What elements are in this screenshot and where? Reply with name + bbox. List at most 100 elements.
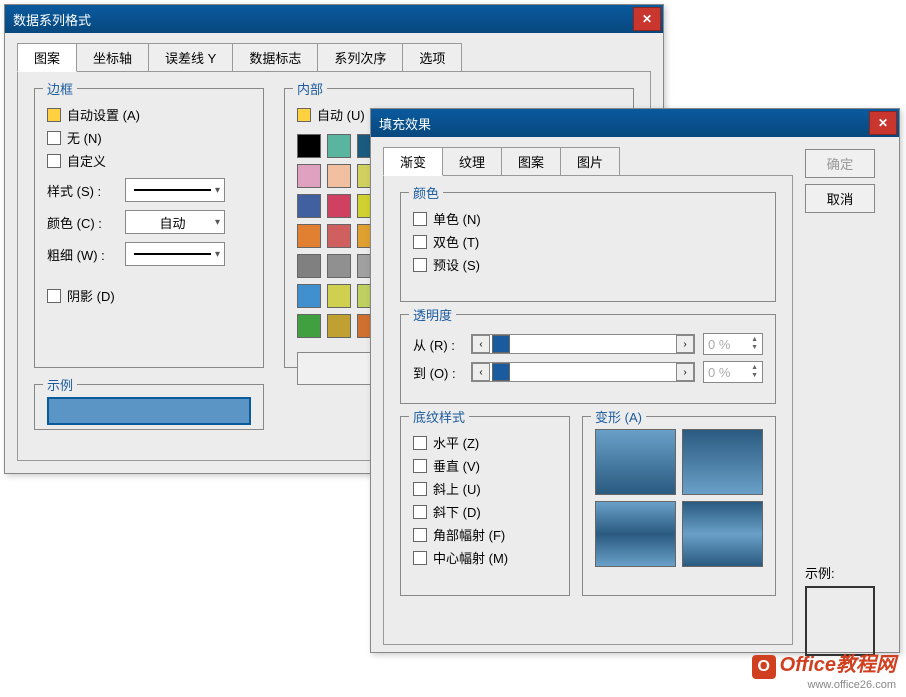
office-logo-icon: O xyxy=(752,655,776,679)
variant-grid xyxy=(595,429,763,567)
close-icon[interactable]: ✕ xyxy=(633,7,661,31)
to-value: 0 % xyxy=(708,365,730,380)
tab-gradient[interactable]: 渐变 xyxy=(383,147,443,176)
color-group: 颜色 单色 (N) 双色 (T) 预设 (S) xyxy=(400,192,776,302)
cancel-button[interactable]: 取消 xyxy=(805,184,875,213)
shadow-checkbox[interactable] xyxy=(47,289,61,303)
color-swatch[interactable] xyxy=(327,254,351,278)
to-spinner[interactable]: 0 % ▲▼ xyxy=(703,361,763,383)
style-combo[interactable]: ▾ xyxy=(125,178,225,202)
border-auto-label[interactable]: 自动设置 (A) xyxy=(67,105,140,124)
shading-checkbox[interactable] xyxy=(413,436,427,450)
slider-left-icon[interactable]: ‹ xyxy=(472,335,490,353)
tab-axis[interactable]: 坐标轴 xyxy=(76,43,149,72)
color-swatch[interactable] xyxy=(297,134,321,158)
color-swatch[interactable] xyxy=(297,284,321,308)
shading-group: 底纹样式 水平 (Z)垂直 (V)斜上 (U)斜下 (D)角部幅射 (F)中心幅… xyxy=(400,416,570,596)
from-slider[interactable]: ‹ › xyxy=(471,334,695,354)
shading-checkbox[interactable] xyxy=(413,482,427,496)
watermark: OOffice教程网 www.office26.com xyxy=(752,648,896,691)
variant-1[interactable] xyxy=(595,429,676,495)
shading-checkbox[interactable] xyxy=(413,528,427,542)
watermark-brand: Office教程网 xyxy=(780,654,896,676)
to-slider[interactable]: ‹ › xyxy=(471,362,695,382)
tab-errorbars[interactable]: 误差线 Y xyxy=(148,43,233,72)
tab-picture[interactable]: 图片 xyxy=(560,147,620,176)
color-swatch[interactable] xyxy=(297,224,321,248)
slider-left-icon[interactable]: ‹ xyxy=(472,363,490,381)
preset-checkbox[interactable] xyxy=(413,258,427,272)
color-swatch[interactable] xyxy=(327,164,351,188)
shadow-label: 阴影 (D) xyxy=(67,286,115,305)
to-label: 到 (O) : xyxy=(413,363,463,382)
double-color-checkbox[interactable] xyxy=(413,235,427,249)
color-swatch[interactable] xyxy=(327,224,351,248)
shading-checkbox[interactable] xyxy=(413,505,427,519)
color-label: 颜色 (C) : xyxy=(47,213,117,232)
from-spinner[interactable]: 0 % ▲▼ xyxy=(703,333,763,355)
slider-thumb-icon[interactable] xyxy=(492,363,510,381)
variants-group: 变形 (A) xyxy=(582,416,776,596)
tab-texture[interactable]: 纹理 xyxy=(442,147,502,176)
single-color-checkbox[interactable] xyxy=(413,212,427,226)
auto-marker-icon xyxy=(297,108,311,122)
border-custom-checkbox[interactable] xyxy=(47,154,61,168)
variant-2[interactable] xyxy=(682,429,763,495)
line-style-icon xyxy=(134,189,211,191)
color-swatch[interactable] xyxy=(327,314,351,338)
close-icon[interactable]: ✕ xyxy=(869,111,897,135)
shading-checkbox[interactable] xyxy=(413,551,427,565)
color-swatch[interactable] xyxy=(327,284,351,308)
spinner-buttons-icon[interactable]: ▲▼ xyxy=(751,364,758,380)
color-legend: 颜色 xyxy=(409,183,443,202)
shading-checkbox[interactable] xyxy=(413,459,427,473)
color-swatch[interactable] xyxy=(327,134,351,158)
shading-option-label: 斜下 (D) xyxy=(433,502,481,521)
color-swatch[interactable] xyxy=(297,254,321,278)
ok-button[interactable]: 确定 xyxy=(805,149,875,178)
title-1: 数据系列格式 xyxy=(13,10,91,29)
variant-3[interactable] xyxy=(595,501,676,567)
tabs-2: 渐变 纹理 图案 图片 xyxy=(371,137,805,176)
double-color-label: 双色 (T) xyxy=(433,232,479,251)
sample-preview-1 xyxy=(47,397,251,425)
color-swatch[interactable] xyxy=(297,314,321,338)
slider-right-icon[interactable]: › xyxy=(676,363,694,381)
shading-option-label: 垂直 (V) xyxy=(433,456,480,475)
tab-options[interactable]: 选项 xyxy=(402,43,462,72)
from-value: 0 % xyxy=(708,337,730,352)
variants-legend: 变形 (A) xyxy=(591,407,646,426)
tab-pattern[interactable]: 图案 xyxy=(17,43,77,72)
border-none-label: 无 (N) xyxy=(67,128,102,147)
slider-right-icon[interactable]: › xyxy=(676,335,694,353)
color-swatch[interactable] xyxy=(327,194,351,218)
shading-option-label: 斜上 (U) xyxy=(433,479,481,498)
tab-datalabels[interactable]: 数据标志 xyxy=(232,43,318,72)
style-label: 样式 (S) : xyxy=(47,181,117,200)
watermark-url: www.office26.com xyxy=(752,679,896,691)
from-label: 从 (R) : xyxy=(413,335,463,354)
shading-option-label: 中心幅射 (M) xyxy=(433,548,508,567)
border-group: 边框 自动设置 (A) 无 (N) 自定义 样式 (S) : ▾ 颜色 (C) … xyxy=(34,88,264,368)
border-custom-label: 自定义 xyxy=(67,151,106,170)
color-combo[interactable]: 自动▾ xyxy=(125,210,225,234)
weight-combo[interactable]: ▾ xyxy=(125,242,225,266)
chevron-down-icon: ▾ xyxy=(215,217,220,228)
title-2: 填充效果 xyxy=(379,114,431,133)
weight-label: 粗细 (W) : xyxy=(47,245,117,264)
color-swatch[interactable] xyxy=(297,194,321,218)
chevron-down-icon: ▾ xyxy=(215,185,220,196)
sample-preview-2 xyxy=(805,586,875,656)
spinner-buttons-icon[interactable]: ▲▼ xyxy=(751,336,758,352)
shading-option-label: 水平 (Z) xyxy=(433,433,479,452)
inner-auto-label[interactable]: 自动 (U) xyxy=(317,105,365,124)
tab-pattern-2[interactable]: 图案 xyxy=(501,147,561,176)
color-swatch[interactable] xyxy=(297,164,321,188)
tab-seriesorder[interactable]: 系列次序 xyxy=(317,43,403,72)
border-none-checkbox[interactable] xyxy=(47,131,61,145)
preset-label: 预设 (S) xyxy=(433,255,480,274)
variant-4[interactable] xyxy=(682,501,763,567)
inner-legend: 内部 xyxy=(293,79,327,98)
tabs-1: 图案 坐标轴 误差线 Y 数据标志 系列次序 选项 xyxy=(5,33,663,72)
slider-thumb-icon[interactable] xyxy=(492,335,510,353)
